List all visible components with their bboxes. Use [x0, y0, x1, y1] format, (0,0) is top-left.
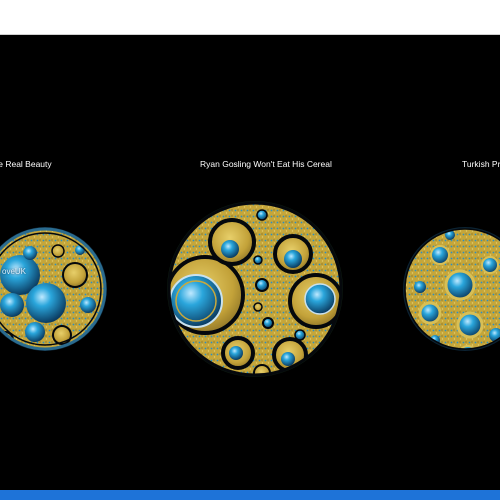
artwork-3[interactable]	[400, 225, 500, 364]
artwork-3-title: Turkish Pr	[462, 159, 500, 169]
artwork-1-overlay-text: oveUK	[2, 267, 27, 276]
gallery-stage: ve Real Beauty Ryan Gosling Won't Eat Hi…	[0, 35, 500, 490]
window-top-bar	[0, 0, 500, 35]
bubble-art-canvas	[0, 200, 500, 381]
window-bottom-bar	[0, 490, 500, 500]
artwork-1-title: ve Real Beauty	[0, 159, 52, 169]
artwork-2-title: Ryan Gosling Won't Eat His Cereal	[200, 159, 332, 169]
artwork-1[interactable]	[0, 225, 110, 355]
artwork-2[interactable]	[165, 200, 345, 381]
